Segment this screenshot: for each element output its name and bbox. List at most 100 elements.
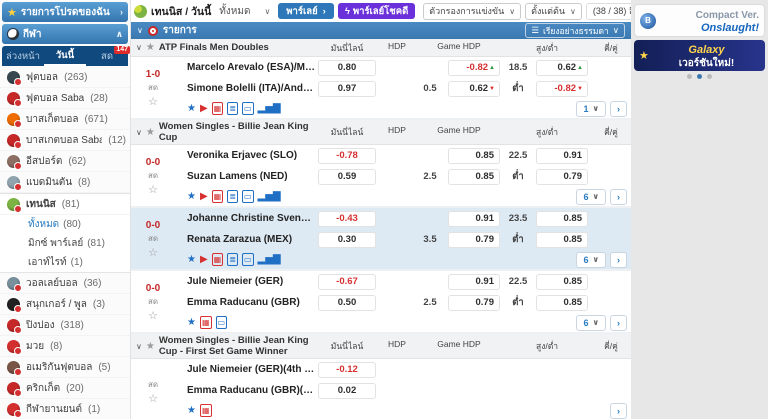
- favorite-star-icon[interactable]: ★: [146, 127, 155, 138]
- sidebar-sport-item[interactable]: ฟุตบอล Saba (28): [0, 88, 130, 109]
- sidebar-sport-item[interactable]: สนุกเกอร์ / พูล (3): [0, 294, 130, 315]
- chevron-down-icon[interactable]: ∨: [137, 26, 143, 35]
- casino-grid-icon[interactable]: ▦: [212, 253, 224, 266]
- game-hdp-odds[interactable]: 0.85: [448, 148, 500, 164]
- moneyline-odds[interactable]: 0.50: [318, 295, 376, 311]
- sidebar-sport-item[interactable]: ฟุตบอล (263): [0, 67, 130, 88]
- from-start-dropdown[interactable]: ตั้งแต่ต้น ∨: [525, 3, 582, 20]
- over-under-odds[interactable]: 0.91: [536, 148, 588, 164]
- favorite-star-icon[interactable]: ☆: [148, 183, 158, 196]
- bet-builder-icon[interactable]: ≣: [227, 102, 238, 115]
- stats-chart-icon[interactable]: ▂▅▇: [258, 103, 281, 115]
- stream-icon[interactable]: ▭: [242, 253, 254, 266]
- bet-builder-icon[interactable]: ≣: [227, 253, 238, 266]
- carousel-dot-active[interactable]: [697, 74, 702, 79]
- casino-grid-icon[interactable]: ▦: [200, 316, 212, 329]
- moneyline-odds[interactable]: 0.80: [318, 60, 376, 76]
- sidebar-sport-item[interactable]: แบดมินตัน (8): [0, 172, 130, 193]
- stream-icon[interactable]: ▭: [242, 190, 254, 203]
- parlay-button[interactable]: พาร์เลย์ ›: [278, 3, 334, 19]
- market-count-dropdown[interactable]: 6∨: [576, 252, 606, 268]
- moneyline-odds[interactable]: -0.78: [318, 148, 376, 164]
- match-filter-dropdown[interactable]: ตัวกรองการแข่งขัน ∨: [423, 3, 521, 20]
- live-play-icon[interactable]: ▶: [200, 191, 208, 203]
- casino-grid-icon[interactable]: ▦: [212, 190, 224, 203]
- favorite-star-icon[interactable]: ☆: [148, 95, 158, 108]
- sidebar-tab-live[interactable]: สด 147: [86, 46, 128, 66]
- sidebar-sport-item[interactable]: วอลเลย์บอล (36): [0, 273, 130, 294]
- game-hdp-odds[interactable]: 0.91: [448, 211, 500, 227]
- moneyline-odds[interactable]: 0.30: [318, 232, 376, 248]
- sidebar-sport-item[interactable]: คริกเก็ต (20): [0, 378, 130, 399]
- over-under-odds[interactable]: 0.62▲: [536, 60, 588, 76]
- sidebar-sport-item[interactable]: อเมริกันฟุตบอล (5): [0, 357, 130, 378]
- carousel-dot[interactable]: [687, 74, 692, 79]
- sidebar-tab-early[interactable]: ล่วงหน้า: [2, 46, 44, 66]
- sidebar-sport-item[interactable]: บาสเกตบอล Saba (12): [0, 130, 130, 151]
- over-under-odds[interactable]: 0.85: [536, 295, 588, 311]
- live-play-icon[interactable]: ▶: [200, 103, 208, 115]
- game-hdp-odds[interactable]: 0.91: [448, 274, 500, 290]
- sidebar-sport-item[interactable]: อีสปอร์ต (62): [0, 151, 130, 172]
- sports-header-button[interactable]: กีฬา ∧: [2, 24, 128, 44]
- sidebar-sub-item[interactable]: มิกซ์ พาร์เลย์ (81): [0, 234, 130, 253]
- over-under-odds[interactable]: 0.85: [536, 232, 588, 248]
- game-hdp-odds[interactable]: -0.82▲: [448, 60, 500, 76]
- stats-chart-icon[interactable]: ▂▅▇: [258, 191, 281, 203]
- chevron-down-icon[interactable]: ∨: [136, 43, 142, 52]
- sort-mode-dropdown[interactable]: ☰ เรียงอย่างธรรมดา ∨: [525, 23, 625, 38]
- league-filter-dropdown[interactable]: ทั้งหมด ∨: [215, 2, 274, 21]
- chevron-down-icon[interactable]: ∨: [136, 342, 142, 351]
- casino-grid-icon[interactable]: ▦: [200, 404, 212, 417]
- chevron-down-icon[interactable]: ∨: [136, 128, 142, 137]
- sidebar-sport-item[interactable]: เทนนิส (81): [0, 193, 130, 215]
- stream-icon[interactable]: ▭: [216, 316, 228, 329]
- favorite-star-icon[interactable]: ★: [146, 341, 155, 352]
- banner-galaxy-version[interactable]: ★ Galaxy เวอร์ชันใหม่!: [634, 40, 765, 71]
- banner-compact-onslaught[interactable]: B Compact Ver. Onslaught!: [634, 4, 765, 37]
- favorite-star-icon[interactable]: ★: [146, 42, 155, 53]
- favorite-star-icon[interactable]: ★: [187, 103, 196, 115]
- live-play-icon[interactable]: ▶: [200, 254, 208, 266]
- over-under-odds[interactable]: -0.82▼: [536, 81, 588, 97]
- over-under-odds[interactable]: 0.85: [536, 211, 588, 227]
- carousel-dot[interactable]: [707, 74, 712, 79]
- game-hdp-odds[interactable]: 0.79: [448, 232, 500, 248]
- market-count-dropdown[interactable]: 6∨: [576, 315, 606, 331]
- more-markets-button[interactable]: ›: [610, 315, 627, 331]
- more-markets-button[interactable]: ›: [610, 189, 627, 205]
- casino-grid-icon[interactable]: ▦: [212, 102, 224, 115]
- moneyline-odds[interactable]: -0.67: [318, 274, 376, 290]
- sidebar-sport-item[interactable]: บาสเก็ตบอล (671): [0, 109, 130, 130]
- sidebar-sport-item[interactable]: มวย (8): [0, 336, 130, 357]
- sidebar-sub-item[interactable]: เอาท์ไรท์ (1): [0, 253, 130, 272]
- more-markets-button[interactable]: ›: [610, 403, 627, 419]
- favorite-star-icon[interactable]: ☆: [148, 392, 158, 405]
- favorite-star-icon[interactable]: ★: [187, 191, 196, 203]
- bet-builder-icon[interactable]: ≣: [227, 190, 238, 203]
- favorite-star-icon[interactable]: ★: [187, 317, 196, 329]
- favorite-star-icon[interactable]: ★: [187, 254, 196, 266]
- moneyline-odds[interactable]: 0.02: [318, 383, 376, 399]
- sidebar-sport-item[interactable]: ปิงปอง (318): [0, 315, 130, 336]
- stats-chart-icon[interactable]: ▂▅▇: [258, 254, 281, 266]
- game-hdp-odds[interactable]: 0.62▼: [448, 81, 500, 97]
- game-hdp-odds[interactable]: 0.85: [448, 169, 500, 185]
- stream-icon[interactable]: ▭: [242, 102, 254, 115]
- more-markets-button[interactable]: ›: [610, 101, 627, 117]
- moneyline-odds[interactable]: -0.43: [318, 211, 376, 227]
- moneyline-odds[interactable]: -0.12: [318, 362, 376, 378]
- game-hdp-odds[interactable]: 0.79: [448, 295, 500, 311]
- moneyline-odds[interactable]: 0.59: [318, 169, 376, 185]
- moneyline-odds[interactable]: 0.97: [318, 81, 376, 97]
- over-under-odds[interactable]: 0.85: [536, 274, 588, 290]
- more-markets-button[interactable]: ›: [610, 252, 627, 268]
- sidebar-sport-item[interactable]: กีฬายานยนต์ (1): [0, 399, 130, 419]
- sidebar-sub-item[interactable]: ทั้งหมด (80): [0, 215, 130, 234]
- over-under-odds[interactable]: 0.79: [536, 169, 588, 185]
- lucky-parlay-button[interactable]: ϟ พาร์เลย์โชคดี: [338, 3, 415, 19]
- favorite-star-icon[interactable]: ☆: [148, 246, 158, 259]
- market-count-dropdown[interactable]: 6∨: [576, 189, 606, 205]
- favorites-button[interactable]: ★ รายการโปรดของฉัน ›: [2, 2, 128, 22]
- favorite-star-icon[interactable]: ★: [187, 405, 196, 417]
